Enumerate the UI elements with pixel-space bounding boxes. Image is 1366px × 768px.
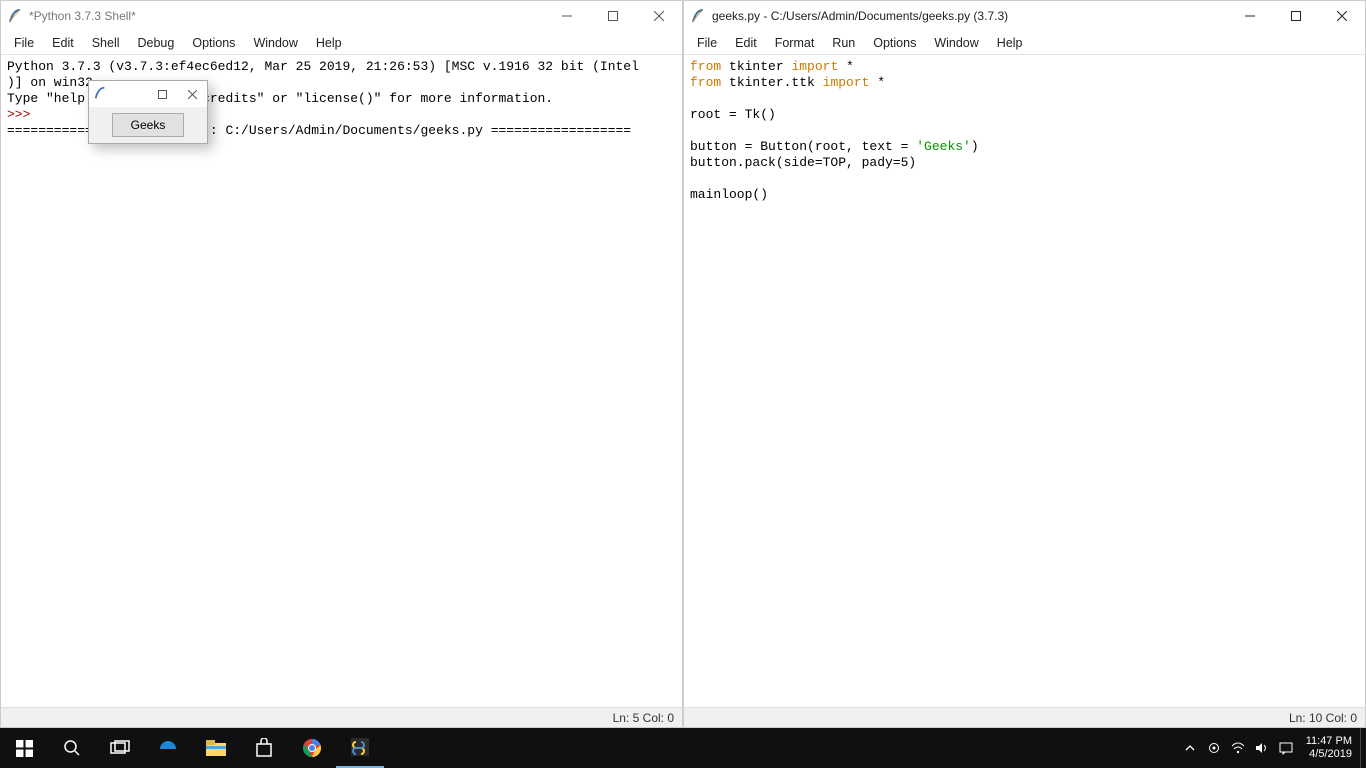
editor-window-controls xyxy=(1227,1,1365,31)
editor-titlebar[interactable]: geeks.py - C:/Users/Admin/Documents/geek… xyxy=(684,1,1365,31)
maximize-button[interactable] xyxy=(1273,1,1319,31)
minimize-button[interactable] xyxy=(544,1,590,31)
kw-import: import xyxy=(791,59,838,74)
editor-menu-file[interactable]: File xyxy=(688,33,726,53)
code-text: ) xyxy=(971,139,979,154)
tk-window[interactable]: Geeks xyxy=(88,80,208,144)
code-text: tkinter xyxy=(721,59,791,74)
shell-menu-help[interactable]: Help xyxy=(307,33,351,53)
show-desktop-button[interactable] xyxy=(1360,728,1366,768)
kw-from: from xyxy=(690,59,721,74)
geeks-button[interactable]: Geeks xyxy=(112,113,185,137)
shell-status-text: Ln: 5 Col: 0 xyxy=(613,711,674,725)
tray-location-icon[interactable] xyxy=(1202,728,1226,768)
shell-menu-edit[interactable]: Edit xyxy=(43,33,83,53)
editor-window: geeks.py - C:/Users/Admin/Documents/geek… xyxy=(683,0,1366,728)
code-line: button = Button(root, text = xyxy=(690,139,916,154)
editor-content[interactable]: from tkinter import * from tkinter.ttk i… xyxy=(684,55,1365,707)
file-explorer-taskbar-icon[interactable] xyxy=(192,728,240,768)
tk-maximize-button[interactable] xyxy=(147,82,177,106)
shell-content[interactable]: Python 3.7.3 (v3.7.3:ef4ec6ed12, Mar 25 … xyxy=(1,55,682,707)
string-literal: 'Geeks' xyxy=(916,139,971,154)
tk-titlebar[interactable] xyxy=(89,81,207,107)
code-line: root = Tk() xyxy=(690,107,776,122)
shell-menubar: File Edit Shell Debug Options Window Hel… xyxy=(1,31,682,55)
desktop: *Python 3.7.3 Shell* File Edit Shell Deb… xyxy=(0,0,1366,728)
editor-statusbar: Ln: 10 Col: 0 xyxy=(684,707,1365,727)
editor-status-text: Ln: 10 Col: 0 xyxy=(1289,711,1357,725)
shell-restart-b: : C:/Users/Admin/Documents/geeks.py ====… xyxy=(210,123,631,138)
close-button[interactable] xyxy=(636,1,682,31)
taskbar[interactable]: 11:47 PM 4/5/2019 xyxy=(0,728,1366,768)
shell-titlebar[interactable]: *Python 3.7.3 Shell* xyxy=(1,1,682,31)
tk-feather-icon xyxy=(93,86,109,103)
taskbar-date: 4/5/2019 xyxy=(1306,748,1352,761)
idle-taskbar-icon[interactable] xyxy=(336,728,384,768)
editor-menu-edit[interactable]: Edit xyxy=(726,33,766,53)
search-button[interactable] xyxy=(48,728,96,768)
kw-import: import xyxy=(823,75,870,90)
shell-menu-options[interactable]: Options xyxy=(183,33,244,53)
tk-window-controls xyxy=(147,82,207,106)
start-button[interactable] xyxy=(0,728,48,768)
shell-line-3b: "credits" or "license()" for more inform… xyxy=(194,91,553,106)
chrome-taskbar-icon[interactable] xyxy=(288,728,336,768)
code-text: * xyxy=(869,75,885,90)
edge-taskbar-icon[interactable] xyxy=(144,728,192,768)
shell-menu-debug[interactable]: Debug xyxy=(129,33,184,53)
system-tray: 11:47 PM 4/5/2019 xyxy=(1178,728,1366,768)
shell-menu-file[interactable]: File xyxy=(5,33,43,53)
tk-body: Geeks xyxy=(89,107,207,143)
editor-title: geeks.py - C:/Users/Admin/Documents/geek… xyxy=(712,9,1227,23)
tray-volume-icon[interactable] xyxy=(1250,728,1274,768)
tray-action-center-icon[interactable] xyxy=(1274,728,1298,768)
close-button[interactable] xyxy=(1319,1,1365,31)
code-text: * xyxy=(838,59,854,74)
minimize-button[interactable] xyxy=(1227,1,1273,31)
shell-menu-window[interactable]: Window xyxy=(244,33,306,53)
code-text: tkinter.ttk xyxy=(721,75,822,90)
editor-menu-window[interactable]: Window xyxy=(925,33,987,53)
editor-menu-options[interactable]: Options xyxy=(864,33,925,53)
tray-wifi-icon[interactable] xyxy=(1226,728,1250,768)
editor-menu-run[interactable]: Run xyxy=(823,33,864,53)
maximize-button[interactable] xyxy=(590,1,636,31)
code-line: button.pack(side=TOP, pady=5) xyxy=(690,155,916,170)
shell-line-3a: Type "help xyxy=(7,91,85,106)
python-idle-icon xyxy=(690,8,706,24)
code-line: mainloop() xyxy=(690,187,768,202)
shell-statusbar: Ln: 5 Col: 0 xyxy=(1,707,682,727)
shell-line-1: Python 3.7.3 (v3.7.3:ef4ec6ed12, Mar 25 … xyxy=(7,59,639,74)
taskbar-clock[interactable]: 11:47 PM 4/5/2019 xyxy=(1298,735,1360,761)
editor-menubar: File Edit Format Run Options Window Help xyxy=(684,31,1365,55)
taskbar-time: 11:47 PM xyxy=(1306,735,1352,748)
shell-prompt: >>> xyxy=(7,107,30,122)
shell-line-2: )] on win32 xyxy=(7,75,93,90)
task-view-button[interactable] xyxy=(96,728,144,768)
shell-window-controls xyxy=(544,1,682,31)
shell-title: *Python 3.7.3 Shell* xyxy=(29,9,544,23)
store-taskbar-icon[interactable] xyxy=(240,728,288,768)
editor-menu-help[interactable]: Help xyxy=(988,33,1032,53)
tray-chevron-icon[interactable] xyxy=(1178,728,1202,768)
kw-from: from xyxy=(690,75,721,90)
shell-menu-shell[interactable]: Shell xyxy=(83,33,129,53)
tk-close-button[interactable] xyxy=(177,82,207,106)
python-idle-icon xyxy=(7,8,23,24)
editor-menu-format[interactable]: Format xyxy=(766,33,824,53)
